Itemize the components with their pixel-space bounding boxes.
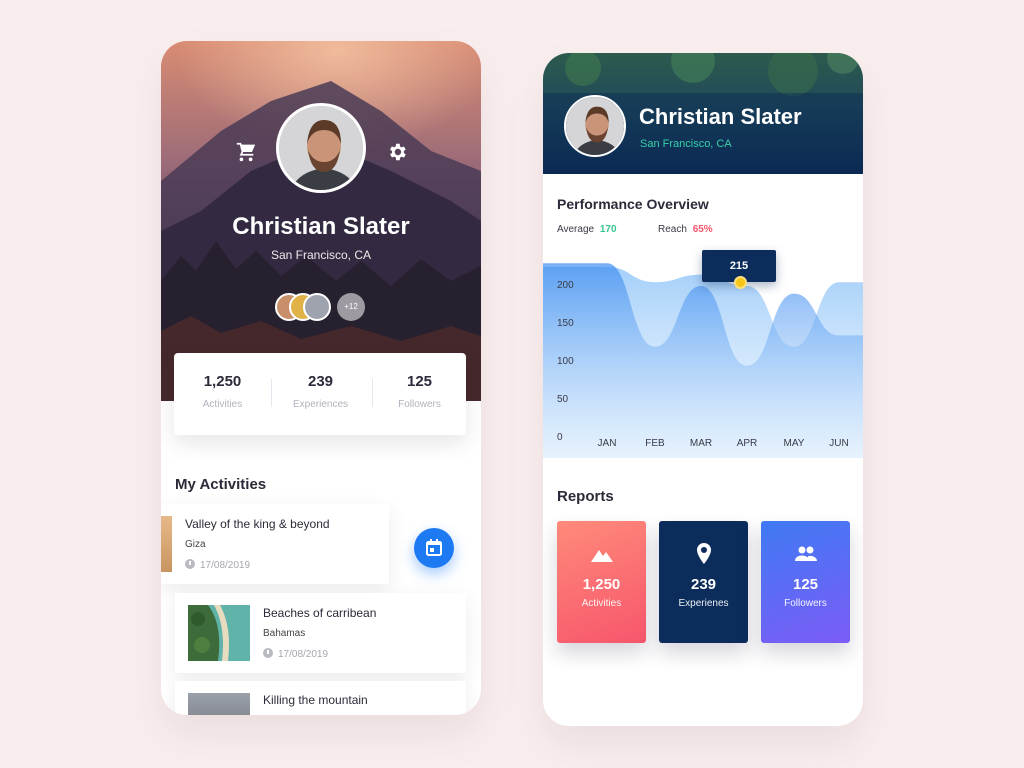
activity-place: Bahamas bbox=[263, 628, 306, 639]
report-value: 125 bbox=[792, 576, 819, 593]
calendar-fab-button[interactable] bbox=[414, 528, 454, 568]
stat-value: 125 bbox=[406, 373, 433, 390]
profile-avatar[interactable] bbox=[276, 103, 366, 193]
stat-label: Activities bbox=[202, 399, 243, 410]
mountain-icon bbox=[591, 550, 613, 562]
stat-activities[interactable]: 1,250 Activities bbox=[174, 373, 271, 410]
stat-value: 239 bbox=[307, 373, 334, 390]
cart-icon[interactable] bbox=[235, 141, 257, 163]
stat-followers[interactable]: 125 Followers bbox=[371, 373, 468, 410]
clock-icon bbox=[263, 648, 273, 658]
activity-title: Beaches of carribean bbox=[263, 606, 377, 620]
report-card-activities[interactable]: 1,250 Activities bbox=[557, 521, 646, 643]
stat-label: Experiences bbox=[292, 399, 349, 410]
more-friends-badge[interactable]: +12 bbox=[337, 293, 365, 321]
report-card-followers[interactable]: 125 Followers bbox=[761, 521, 850, 643]
chart-highlight-point[interactable] bbox=[734, 276, 747, 289]
performance-overview-heading: Performance Overview bbox=[557, 196, 709, 212]
report-label: Experienes bbox=[678, 598, 729, 609]
x-axis-tick-label: FEB bbox=[645, 438, 665, 449]
reach-label: Reach bbox=[658, 224, 687, 235]
x-axis-tick-label: JAN bbox=[597, 438, 617, 449]
reach-metric: Reach 65% bbox=[658, 224, 713, 235]
profile-name: Christian Slater bbox=[232, 213, 410, 240]
profile-location: San Francisco, CA bbox=[270, 248, 372, 262]
activity-card[interactable]: Killing the mountain bbox=[175, 681, 466, 715]
average-metric: Average 170 bbox=[557, 224, 617, 235]
activity-title: Valley of the king & beyond bbox=[185, 517, 330, 531]
performance-screen: Christian Slater San Francisco, CA Perfo… bbox=[543, 53, 863, 726]
activity-card[interactable]: Valley of the king & beyond Giza 17/08/2… bbox=[161, 504, 389, 584]
people-icon bbox=[795, 546, 817, 561]
activity-thumbnail bbox=[188, 693, 250, 715]
average-label: Average bbox=[557, 224, 595, 235]
x-axis-tick-label: MAR bbox=[689, 438, 713, 449]
x-axis-tick-label: APR bbox=[736, 438, 758, 449]
profile-header: Christian Slater San Francisco, CA bbox=[543, 53, 863, 174]
location-pin-icon bbox=[697, 543, 711, 564]
settings-gear-icon[interactable] bbox=[386, 141, 408, 163]
chart-area-series-2 bbox=[543, 263, 863, 458]
profile-location: San Francisco, CA bbox=[640, 138, 732, 150]
activity-title: Killing the mountain bbox=[263, 693, 368, 707]
stat-experiences[interactable]: 239 Experiences bbox=[272, 373, 369, 410]
y-axis-tick-label: 200 bbox=[557, 280, 574, 291]
stats-card: 1,250 Activities 239 Experiences 125 Fol… bbox=[174, 353, 466, 435]
profile-name: Christian Slater bbox=[639, 104, 802, 129]
reports-heading: Reports bbox=[557, 488, 614, 505]
profile-avatar[interactable] bbox=[564, 95, 626, 157]
friend-avatar[interactable] bbox=[303, 293, 331, 321]
activity-thumbnail bbox=[161, 516, 172, 572]
average-value: 170 bbox=[599, 224, 617, 235]
my-activities-heading: My Activities bbox=[175, 476, 267, 493]
y-axis-tick-label: 50 bbox=[557, 394, 569, 405]
report-card-experiences[interactable]: 239 Experienes bbox=[659, 521, 748, 643]
report-label: Followers bbox=[784, 598, 827, 609]
activity-card[interactable]: Beaches of carribean Bahamas 17/08/2019 bbox=[175, 593, 466, 673]
calendar-icon bbox=[426, 539, 442, 556]
report-value: 1,250 bbox=[582, 576, 621, 593]
stat-value: 1,250 bbox=[203, 373, 242, 390]
profile-screen: Christian Slater San Francisco, CA +12 1… bbox=[161, 41, 481, 715]
y-axis-tick-label: 0 bbox=[557, 432, 563, 443]
y-axis-tick-label: 100 bbox=[557, 356, 574, 367]
x-axis-tick-label: MAY bbox=[783, 438, 805, 449]
reach-value: 65% bbox=[692, 224, 713, 235]
activity-thumbnail bbox=[188, 605, 250, 661]
activity-date-text: 17/08/2019 bbox=[200, 560, 251, 571]
report-label: Activities bbox=[581, 598, 622, 609]
activity-date-text: 17/08/2019 bbox=[278, 649, 329, 660]
y-axis-tick-label: 150 bbox=[557, 318, 574, 329]
clock-icon bbox=[185, 559, 195, 569]
activity-place: Giza bbox=[185, 539, 206, 550]
activity-date: 17/08/2019 bbox=[263, 648, 328, 660]
stat-label: Followers bbox=[398, 399, 441, 410]
profile-hero: Christian Slater San Francisco, CA +12 bbox=[161, 41, 481, 401]
activity-date: 17/08/2019 bbox=[185, 559, 250, 571]
report-value: 239 bbox=[690, 576, 717, 593]
x-axis-tick-label: JUN bbox=[829, 438, 849, 449]
